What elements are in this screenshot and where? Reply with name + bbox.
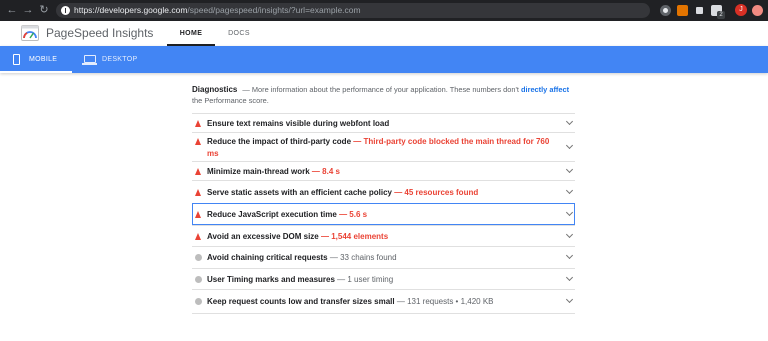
- audit-title: User Timing marks and measures: [207, 275, 335, 284]
- audit-text: Avoid an excessive DOM size — 1,544 elem…: [207, 231, 555, 243]
- chevron-down-icon[interactable]: [565, 273, 574, 282]
- audit-value: — 33 chains found: [329, 253, 397, 262]
- audit-text: Reduce JavaScript execution time — 5.6 s: [207, 209, 555, 221]
- extension-record-icon[interactable]: [660, 5, 671, 16]
- forward-arrow-icon[interactable]: →: [22, 4, 34, 16]
- audit-row[interactable]: Ensure text remains visible during webfo…: [192, 113, 575, 132]
- reload-icon[interactable]: ↻: [38, 4, 50, 16]
- info-circle-icon: [195, 276, 202, 283]
- audit-title: Minimize main-thread work: [207, 167, 310, 176]
- audit-title: Avoid an excessive DOM size: [207, 232, 319, 241]
- directly-affect-link[interactable]: directly affect: [521, 85, 569, 94]
- mobile-icon: [13, 54, 20, 65]
- audit-value: — 45 resources found: [394, 188, 479, 197]
- url-host: https://developers.google.com: [74, 5, 188, 15]
- audit-value: — 1,544 elements: [321, 232, 389, 241]
- audit-title: Reduce JavaScript execution time: [207, 210, 337, 219]
- info-circle-icon: [195, 254, 202, 261]
- tab-docs[interactable]: DOCS: [217, 21, 261, 46]
- diagnostics-title: Diagnostics: [192, 85, 238, 94]
- extension-chart-icon[interactable]: [677, 5, 688, 16]
- device-tab-bar: MOBILE DESKTOP: [0, 46, 768, 73]
- info-icon[interactable]: [61, 6, 70, 15]
- audit-list-end-divider: [192, 313, 575, 314]
- extension-puzzle-icon[interactable]: [694, 5, 705, 16]
- site-header: PageSpeed Insights HOME DOCS: [0, 21, 768, 46]
- audit-text: Avoid chaining critical requests — 33 ch…: [207, 252, 555, 264]
- chevron-down-icon[interactable]: [565, 186, 574, 195]
- audit-row[interactable]: Avoid an excessive DOM size — 1,544 elem…: [192, 225, 575, 246]
- tab-mobile-label: MOBILE: [29, 56, 58, 63]
- tab-desktop-label: DESKTOP: [102, 56, 138, 63]
- audit-row[interactable]: Reduce the impact of third-party code — …: [192, 132, 575, 161]
- desktop-icon: [82, 55, 97, 65]
- audit-value: — 5.6 s: [339, 210, 368, 219]
- audit-title: Serve static assets with an efficient ca…: [207, 188, 392, 197]
- audit-row[interactable]: Serve static assets with an efficient ca…: [192, 180, 575, 203]
- audit-value: — 131 requests • 1,420 KB: [396, 297, 494, 306]
- warning-triangle-icon: [195, 120, 201, 127]
- profile-avatar[interactable]: J: [735, 4, 747, 16]
- tab-home[interactable]: HOME: [167, 21, 215, 46]
- warning-triangle-icon: [195, 211, 201, 218]
- tab-desktop[interactable]: DESKTOP: [80, 46, 152, 73]
- audit-row[interactable]: Keep request counts low and transfer siz…: [192, 289, 575, 313]
- audit-text: Serve static assets with an efficient ca…: [207, 187, 555, 199]
- audit-row[interactable]: Minimize main-thread work — 8.4 s: [192, 161, 575, 180]
- info-circle-icon: [195, 298, 202, 305]
- chevron-down-icon[interactable]: [565, 295, 574, 304]
- url-text[interactable]: https://developers.google.com/speed/page…: [74, 3, 361, 18]
- chevron-down-icon[interactable]: [565, 117, 574, 126]
- audit-text: Ensure text remains visible during webfo…: [207, 118, 555, 130]
- audit-title: Avoid chaining critical requests: [207, 253, 328, 262]
- extension-badge: 2: [717, 11, 725, 19]
- tab-mobile[interactable]: MOBILE: [0, 46, 72, 73]
- chevron-down-icon[interactable]: [565, 165, 574, 174]
- warning-triangle-icon: [195, 138, 201, 145]
- audit-title: Reduce the impact of third-party code: [207, 137, 352, 146]
- warning-triangle-icon: [195, 233, 201, 240]
- audit-value: — 1 user timing: [337, 275, 394, 284]
- audit-title: Ensure text remains visible during webfo…: [207, 119, 390, 128]
- audit-text: Minimize main-thread work — 8.4 s: [207, 166, 555, 178]
- address-bar[interactable]: https://developers.google.com/speed/page…: [56, 3, 650, 18]
- extension-dot-icon[interactable]: [752, 5, 763, 16]
- audit-text: Reduce the impact of third-party code — …: [207, 136, 555, 160]
- audit-title: Keep request counts low and transfer siz…: [207, 297, 395, 306]
- chevron-down-icon[interactable]: [565, 141, 574, 150]
- browser-toolbar: ← → ↻ https://developers.google.com/spee…: [0, 0, 768, 21]
- pagespeed-logo-icon[interactable]: [21, 25, 39, 41]
- audit-text: User Timing marks and measures — 1 user …: [207, 274, 555, 286]
- audit-text: Keep request counts low and transfer siz…: [207, 296, 555, 308]
- site-title[interactable]: PageSpeed Insights: [46, 21, 153, 46]
- diagnostics-description-end: the Performance score.: [192, 96, 269, 105]
- chevron-down-icon[interactable]: [565, 230, 574, 239]
- warning-triangle-icon: [195, 189, 201, 196]
- url-path: /speed/pagespeed/insights/?url=example.c…: [187, 5, 361, 15]
- diagnostics-description: — More information about the performance…: [242, 85, 519, 94]
- warning-triangle-icon: [195, 168, 201, 175]
- audit-list: Ensure text remains visible during webfo…: [192, 113, 575, 313]
- diagnostics-section: Diagnostics — More information about the…: [192, 84, 575, 314]
- chevron-down-icon[interactable]: [565, 208, 574, 217]
- back-arrow-icon[interactable]: ←: [6, 4, 18, 16]
- chevron-down-icon[interactable]: [565, 251, 574, 260]
- audit-row[interactable]: Avoid chaining critical requests — 33 ch…: [192, 246, 575, 268]
- diagnostics-header: Diagnostics — More information about the…: [192, 84, 575, 113]
- audit-row[interactable]: Reduce JavaScript execution time — 5.6 s: [192, 203, 575, 225]
- audit-row[interactable]: User Timing marks and measures — 1 user …: [192, 268, 575, 289]
- audit-value: — 8.4 s: [311, 167, 340, 176]
